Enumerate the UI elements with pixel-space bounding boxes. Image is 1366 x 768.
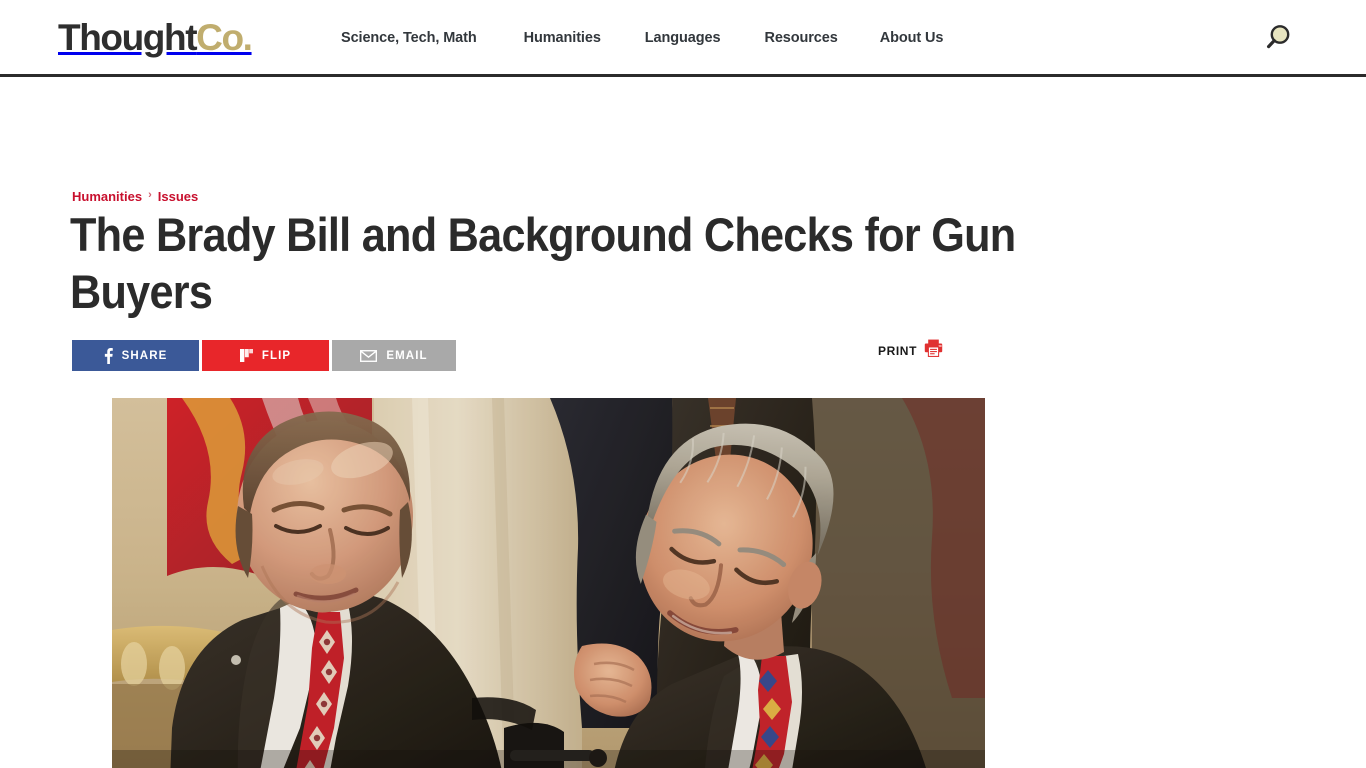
logo-text-thought: Thought [58, 17, 198, 58]
article-hero-image [112, 398, 985, 768]
logo-text-co: Co. [196, 17, 253, 58]
share-facebook-button[interactable]: SHARE [72, 340, 199, 371]
print-label: PRINT [878, 343, 917, 358]
breadcrumb-separator-icon: › [148, 189, 152, 201]
nav-item-about-us[interactable]: About Us [880, 30, 944, 46]
share-bar: SHARE FLIP EMAIL [72, 340, 456, 371]
share-email-label: EMAIL [386, 349, 428, 362]
share-facebook-label: SHARE [121, 349, 168, 362]
breadcrumb-item-humanities[interactable]: Humanities [72, 189, 142, 204]
nav-item-resources[interactable]: Resources [764, 30, 837, 46]
nav-item-science-tech-math[interactable]: Science, Tech, Math [341, 30, 477, 46]
share-email-button[interactable]: EMAIL [332, 340, 456, 371]
share-flipboard-button[interactable]: FLIP [202, 340, 329, 371]
page-title: The Brady Bill and Background Checks for… [70, 208, 1016, 318]
share-flipboard-label: FLIP [261, 349, 292, 362]
facebook-icon [104, 347, 113, 364]
site-logo[interactable]: ThoughtCo. [58, 17, 253, 58]
printer-icon [924, 339, 943, 362]
breadcrumb-item-issues[interactable]: Issues [158, 189, 198, 204]
nav-item-humanities[interactable]: Humanities [524, 30, 601, 46]
hero-photo-graphic [112, 398, 985, 768]
search-icon [1267, 25, 1290, 49]
site-header: ThoughtCo. Science, Tech, Math Humanitie… [0, 0, 1366, 77]
nav-item-languages[interactable]: Languages [645, 30, 721, 46]
search-button[interactable] [1260, 22, 1294, 56]
flipboard-icon [239, 349, 253, 362]
print-button[interactable]: PRINT [878, 339, 943, 362]
main-navigation: Science, Tech, Math Humanities Languages… [341, 30, 943, 46]
breadcrumb: Humanities › Issues [72, 189, 198, 204]
envelope-icon [360, 349, 378, 362]
